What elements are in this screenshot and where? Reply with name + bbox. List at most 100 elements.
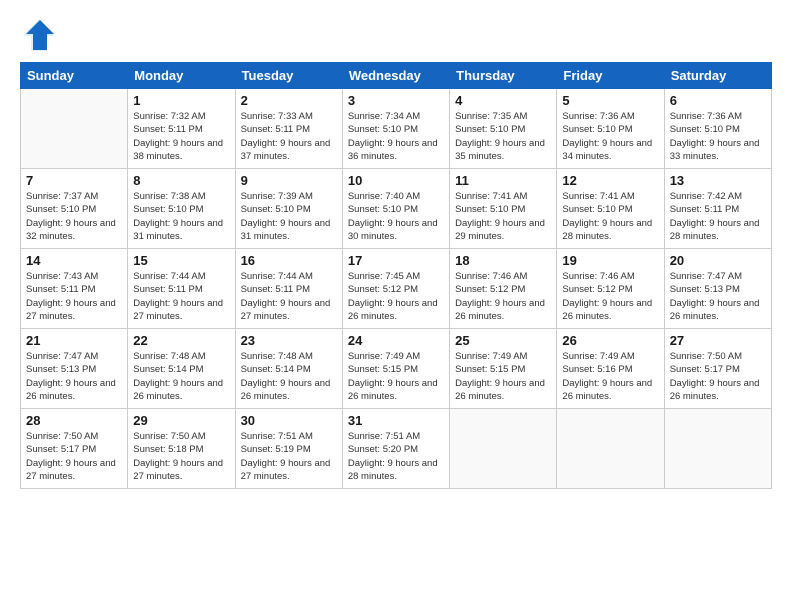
calendar-day-cell: 24Sunrise: 7:49 AMSunset: 5:15 PMDayligh…: [342, 329, 449, 409]
day-number: 4: [455, 93, 551, 108]
day-info: Sunrise: 7:38 AMSunset: 5:10 PMDaylight:…: [133, 190, 229, 243]
sunset-label: Sunset: 5:20 PM: [348, 444, 418, 455]
day-info: Sunrise: 7:46 AMSunset: 5:12 PMDaylight:…: [455, 270, 551, 323]
day-number: 6: [670, 93, 766, 108]
day-number: 18: [455, 253, 551, 268]
daylight-label: Daylight: 9 hours and 27 minutes.: [26, 298, 116, 322]
sunset-label: Sunset: 5:10 PM: [455, 124, 525, 135]
sunrise-label: Sunrise: 7:43 AM: [26, 271, 98, 282]
sunrise-label: Sunrise: 7:47 AM: [26, 351, 98, 362]
daylight-label: Daylight: 9 hours and 26 minutes.: [670, 378, 760, 402]
sunrise-label: Sunrise: 7:41 AM: [562, 191, 634, 202]
calendar-day-cell: 29Sunrise: 7:50 AMSunset: 5:18 PMDayligh…: [128, 409, 235, 489]
day-number: 8: [133, 173, 229, 188]
daylight-label: Daylight: 9 hours and 26 minutes.: [455, 378, 545, 402]
day-info: Sunrise: 7:34 AMSunset: 5:10 PMDaylight:…: [348, 110, 444, 163]
day-number: 2: [241, 93, 337, 108]
day-info: Sunrise: 7:46 AMSunset: 5:12 PMDaylight:…: [562, 270, 658, 323]
daylight-label: Daylight: 9 hours and 26 minutes.: [26, 378, 116, 402]
sunrise-label: Sunrise: 7:34 AM: [348, 111, 420, 122]
calendar-day-cell: 5Sunrise: 7:36 AMSunset: 5:10 PMDaylight…: [557, 89, 664, 169]
weekday-header-cell: Tuesday: [235, 63, 342, 89]
calendar-day-cell: [450, 409, 557, 489]
day-number: 20: [670, 253, 766, 268]
calendar-day-cell: 23Sunrise: 7:48 AMSunset: 5:14 PMDayligh…: [235, 329, 342, 409]
day-number: 26: [562, 333, 658, 348]
calendar-day-cell: 18 Sunrise: 7:46 AMSunset: 5:12 PMDayligh…: [450, 249, 557, 329]
daylight-label: Daylight: 9 hours and 26 minutes.: [133, 378, 223, 402]
daylight-label: Daylight: 9 hours and 28 minutes.: [670, 218, 760, 242]
day-number: 23: [241, 333, 337, 348]
sunrise-label: Sunrise: 7:36 AM: [562, 111, 634, 122]
day-info: Sunrise: 7:33 AMSunset: 5:11 PMDaylight:…: [241, 110, 337, 163]
daylight-label: Daylight: 9 hours and 26 minutes.: [241, 378, 331, 402]
logo: [20, 16, 58, 54]
calendar-day-cell: 14Sunrise: 7:43 AMSunset: 5:11 PMDayligh…: [21, 249, 128, 329]
day-number: 11: [455, 173, 551, 188]
calendar-day-cell: 17Sunrise: 7:45 AMSunset: 5:12 PMDayligh…: [342, 249, 449, 329]
sunset-label: Sunset: 5:17 PM: [670, 364, 740, 375]
sunset-label: Sunset: 5:11 PM: [26, 284, 96, 295]
calendar-day-cell: 9Sunrise: 7:39 AMSunset: 5:10 PMDaylight…: [235, 169, 342, 249]
daylight-label: Daylight: 9 hours and 27 minutes.: [26, 458, 116, 482]
sunset-label: Sunset: 5:14 PM: [133, 364, 203, 375]
calendar-day-cell: 12Sunrise: 7:41 AMSunset: 5:10 PMDayligh…: [557, 169, 664, 249]
day-number: 5: [562, 93, 658, 108]
calendar-day-cell: 30Sunrise: 7:51 AMSunset: 5:19 PMDayligh…: [235, 409, 342, 489]
day-number: 17: [348, 253, 444, 268]
day-number: 1: [133, 93, 229, 108]
day-info: Sunrise: 7:47 AMSunset: 5:13 PMDaylight:…: [26, 350, 122, 403]
daylight-label: Daylight: 9 hours and 31 minutes.: [241, 218, 331, 242]
day-number: 7: [26, 173, 122, 188]
calendar-day-cell: 6Sunrise: 7:36 AMSunset: 5:10 PMDaylight…: [664, 89, 771, 169]
day-number: 16: [241, 253, 337, 268]
calendar-table: SundayMondayTuesdayWednesdayThursdayFrid…: [20, 62, 772, 489]
daylight-label: Daylight: 9 hours and 33 minutes.: [670, 138, 760, 162]
calendar-day-cell: 16Sunrise: 7:44 AMSunset: 5:11 PMDayligh…: [235, 249, 342, 329]
day-info: Sunrise: 7:50 AMSunset: 5:17 PMDaylight:…: [26, 430, 122, 483]
sunrise-label: Sunrise: 7:46 AM: [562, 271, 634, 282]
calendar-day-cell: 25 Sunrise: 7:49 AMSunset: 5:15 PMDayligh…: [450, 329, 557, 409]
calendar-day-cell: 2 Sunrise: 7:33 AMSunset: 5:11 PMDaylight…: [235, 89, 342, 169]
daylight-label: Daylight: 9 hours and 27 minutes.: [241, 458, 331, 482]
day-number: 19: [562, 253, 658, 268]
calendar-week-row: 1Sunrise: 7:32 AMSunset: 5:11 PMDaylight…: [21, 89, 772, 169]
weekday-header-cell: Sunday: [21, 63, 128, 89]
sunset-label: Sunset: 5:13 PM: [670, 284, 740, 295]
sunset-label: Sunset: 5:10 PM: [348, 124, 418, 135]
day-number: 25: [455, 333, 551, 348]
daylight-label: Daylight: 9 hours and 31 minutes.: [133, 218, 223, 242]
calendar-body: 1Sunrise: 7:32 AMSunset: 5:11 PMDaylight…: [21, 89, 772, 489]
day-number: 12: [562, 173, 658, 188]
day-info: Sunrise: 7:44 AMSunset: 5:11 PMDaylight:…: [133, 270, 229, 323]
sunrise-label: Sunrise: 7:48 AM: [241, 351, 313, 362]
sunset-label: Sunset: 5:10 PM: [670, 124, 740, 135]
daylight-label: Daylight: 9 hours and 29 minutes.: [455, 218, 545, 242]
day-info: Sunrise: 7:49 AMSunset: 5:15 PMDaylight:…: [455, 350, 551, 403]
sunrise-label: Sunrise: 7:42 AM: [670, 191, 742, 202]
weekday-header-cell: Thursday: [450, 63, 557, 89]
sunrise-label: Sunrise: 7:35 AM: [455, 111, 527, 122]
sunset-label: Sunset: 5:12 PM: [455, 284, 525, 295]
daylight-label: Daylight: 9 hours and 28 minutes.: [562, 218, 652, 242]
calendar-day-cell: [557, 409, 664, 489]
sunset-label: Sunset: 5:11 PM: [241, 124, 311, 135]
day-number: 13: [670, 173, 766, 188]
day-info: Sunrise: 7:40 AMSunset: 5:10 PMDaylight:…: [348, 190, 444, 243]
calendar-day-cell: 7Sunrise: 7:37 AMSunset: 5:10 PMDaylight…: [21, 169, 128, 249]
calendar-day-cell: 15Sunrise: 7:44 AMSunset: 5:11 PMDayligh…: [128, 249, 235, 329]
day-number: 3: [348, 93, 444, 108]
daylight-label: Daylight: 9 hours and 27 minutes.: [133, 298, 223, 322]
daylight-label: Daylight: 9 hours and 26 minutes.: [562, 378, 652, 402]
weekday-header-cell: Monday: [128, 63, 235, 89]
day-info: Sunrise: 7:50 AMSunset: 5:18 PMDaylight:…: [133, 430, 229, 483]
calendar-day-cell: 13 Sunrise: 7:42 AM Sunset: 5:11 PM Dayligh…: [664, 169, 771, 249]
sunset-label: Sunset: 5:11 PM: [670, 204, 740, 215]
calendar-day-cell: 11Sunrise: 7:41 AMSunset: 5:10 PMDayligh…: [450, 169, 557, 249]
sunrise-label: Sunrise: 7:51 AM: [241, 431, 313, 442]
sunset-label: Sunset: 5:10 PM: [26, 204, 96, 215]
sunset-label: Sunset: 5:11 PM: [241, 284, 311, 295]
calendar-day-cell: 31Sunrise: 7:51 AMSunset: 5:20 PMDayligh…: [342, 409, 449, 489]
calendar-day-cell: 27Sunrise: 7:50 AMSunset: 5:17 PMDayligh…: [664, 329, 771, 409]
sunset-label: Sunset: 5:15 PM: [455, 364, 525, 375]
